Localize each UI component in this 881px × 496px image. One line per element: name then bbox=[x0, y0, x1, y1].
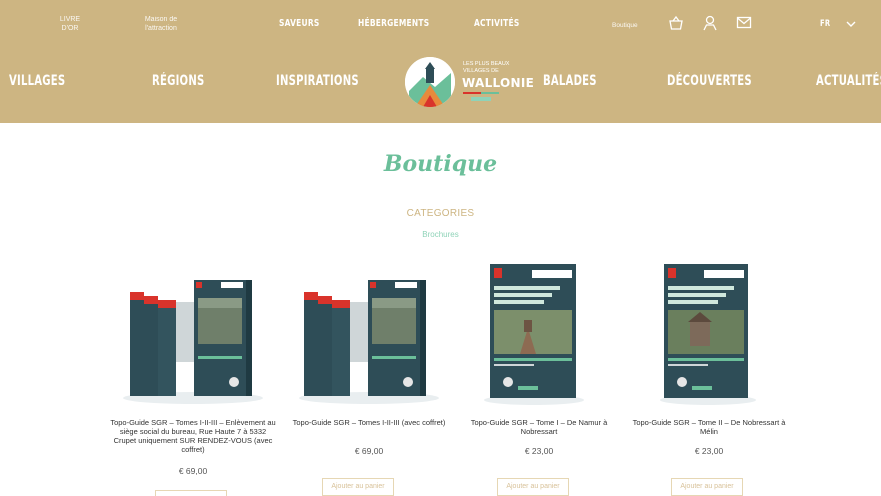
logo-emblem bbox=[405, 57, 455, 107]
language-label: FR bbox=[820, 19, 831, 29]
product-price: € 69,00 bbox=[178, 466, 208, 476]
add-to-cart-button[interactable]: Ajouter au panier bbox=[671, 478, 743, 496]
product-price: € 23,00 bbox=[694, 446, 724, 456]
product-name[interactable]: Topo-Guide SGR – Tome I – De Namur à Nob… bbox=[454, 418, 624, 436]
product-image[interactable] bbox=[624, 258, 794, 410]
maison-line-1: Maison de bbox=[144, 16, 178, 23]
nav-saveurs[interactable]: SAVEURS bbox=[279, 18, 319, 29]
add-to-cart-button[interactable] bbox=[155, 490, 227, 496]
chevron-down-icon[interactable] bbox=[846, 20, 856, 28]
basket-icon[interactable] bbox=[668, 15, 684, 31]
language-selector[interactable]: FR bbox=[820, 19, 830, 29]
product-name[interactable]: Topo-Guide SGR – Tomes I-II-III – Enlève… bbox=[108, 418, 278, 454]
nav-regions[interactable]: RÉGIONS bbox=[152, 73, 204, 89]
maison-attraction-link[interactable]: Maison de l'attraction bbox=[128, 15, 194, 33]
logo-bar-green bbox=[481, 92, 499, 94]
site-logo[interactable]: LES PLUS BEAUX VILLAGES DE WALLONIE bbox=[405, 53, 534, 111]
add-to-cart-button[interactable]: Ajouter au panier bbox=[497, 478, 569, 496]
product-price: € 23,00 bbox=[524, 446, 554, 456]
nav-hebergements[interactable]: HÉBERGEMENTS bbox=[358, 18, 429, 29]
nav-balades[interactable]: BALADES bbox=[543, 73, 597, 89]
category-link-brochures[interactable]: Brochures bbox=[0, 230, 881, 239]
nav-activites[interactable]: ACTIVITÉS bbox=[474, 18, 519, 29]
product-name[interactable]: Topo-Guide SGR – Tome II – De Nobressart… bbox=[624, 418, 794, 436]
logo-line-2: VILLAGES DE bbox=[463, 68, 499, 74]
logo-wallonie: WALLONIE bbox=[462, 76, 535, 90]
nav-actualites[interactable]: ACTUALITÉS bbox=[816, 73, 881, 89]
nav-inspirations[interactable]: INSPIRATIONS bbox=[276, 73, 359, 89]
page-title: Boutique bbox=[383, 151, 498, 177]
product-image[interactable] bbox=[284, 258, 454, 410]
logo-line-1: LES PLUS BEAUX bbox=[463, 61, 510, 67]
site-header: LIVRE D'OR Maison de l'attraction SAVEUR… bbox=[0, 0, 881, 123]
livre-dor-line-1: LIVRE bbox=[59, 16, 81, 23]
product-name[interactable]: Topo-Guide SGR – Tomes I-II-III (avec co… bbox=[284, 418, 454, 427]
add-to-cart-button[interactable]: Ajouter au panier bbox=[322, 478, 394, 496]
nav-villages[interactable]: VILLAGES bbox=[9, 73, 65, 89]
livre-dor-link[interactable]: LIVRE D'OR bbox=[50, 15, 90, 33]
mail-icon[interactable] bbox=[736, 16, 752, 29]
nav-boutique[interactable]: Boutique bbox=[612, 21, 638, 30]
logo-bar-red bbox=[463, 92, 481, 94]
livre-dor-line-2: D'OR bbox=[61, 25, 79, 32]
nav-decouvertes[interactable]: DÉCOUVERTES bbox=[667, 73, 752, 89]
logo-bar-badge bbox=[471, 97, 491, 101]
product-image[interactable] bbox=[108, 258, 278, 410]
product-image[interactable] bbox=[454, 258, 624, 410]
maison-line-2: l'attraction bbox=[145, 25, 177, 32]
user-icon[interactable] bbox=[702, 14, 718, 31]
product-price: € 69,00 bbox=[354, 446, 384, 456]
categories-heading: CATEGORIES bbox=[406, 208, 475, 219]
